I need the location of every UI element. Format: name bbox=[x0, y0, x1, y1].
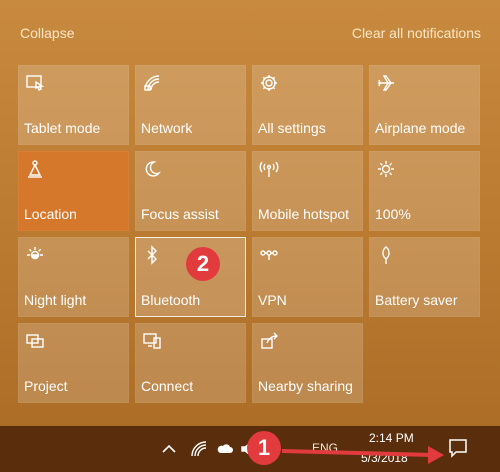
tile-battery-saver[interactable]: Battery saver bbox=[369, 237, 480, 317]
clear-all-notifications-link[interactable]: Clear all notifications bbox=[352, 25, 481, 41]
tile-label: Bluetooth bbox=[141, 292, 201, 308]
tile-tablet-mode[interactable]: Tablet mode bbox=[18, 65, 129, 145]
vpn-icon bbox=[259, 245, 279, 265]
location-icon bbox=[25, 159, 45, 179]
onedrive-icon[interactable] bbox=[216, 440, 234, 458]
tile-label: Nearby sharing bbox=[258, 378, 353, 394]
tile-night-light[interactable]: Night light bbox=[18, 237, 129, 317]
tile-label: Tablet mode bbox=[24, 120, 101, 136]
moon-icon bbox=[142, 159, 162, 179]
battery-saver-icon bbox=[376, 245, 396, 265]
tile-label: Night light bbox=[24, 292, 87, 308]
tile-label: 100% bbox=[375, 206, 411, 222]
clock-time[interactable]: 2:14 PM bbox=[369, 431, 414, 445]
network-icon bbox=[142, 73, 162, 93]
annotation-badge-1: 1 bbox=[247, 431, 281, 465]
clock-date[interactable]: 5/3/2018 bbox=[361, 451, 408, 465]
tile-nearby-sharing[interactable]: Nearby sharing bbox=[252, 323, 363, 403]
tile-bluetooth[interactable]: Bluetooth bbox=[135, 237, 246, 317]
tile-location[interactable]: Location bbox=[18, 151, 129, 231]
chevron-up-icon[interactable] bbox=[160, 440, 178, 458]
hotspot-icon bbox=[259, 159, 279, 179]
tile-all-settings[interactable]: All settings bbox=[252, 65, 363, 145]
bluetooth-icon bbox=[142, 245, 162, 265]
language-indicator[interactable]: ENG bbox=[312, 441, 338, 455]
tile-label: Battery saver bbox=[375, 292, 458, 308]
tile-label: Project bbox=[24, 378, 68, 394]
connect-icon bbox=[142, 331, 162, 351]
tile-network[interactable]: Network bbox=[135, 65, 246, 145]
tile-brightness[interactable]: 100% bbox=[369, 151, 480, 231]
tablet-mode-icon bbox=[25, 73, 45, 93]
action-center-panel: Collapse Clear all notifications Tablet … bbox=[0, 0, 500, 426]
night-light-icon bbox=[25, 245, 45, 265]
tile-label: Mobile hotspot bbox=[258, 206, 350, 222]
tile-label: All settings bbox=[258, 120, 326, 136]
gear-icon bbox=[259, 73, 279, 93]
nearby-sharing-icon bbox=[259, 331, 279, 351]
project-icon bbox=[25, 331, 45, 351]
tile-label: Airplane mode bbox=[375, 120, 466, 136]
action-center-button[interactable] bbox=[447, 437, 469, 459]
tile-vpn[interactable]: VPN bbox=[252, 237, 363, 317]
tile-label: Location bbox=[24, 206, 77, 222]
airplane-icon bbox=[376, 73, 396, 93]
tile-connect[interactable]: Connect bbox=[135, 323, 246, 403]
collapse-link[interactable]: Collapse bbox=[20, 25, 74, 41]
tile-focus-assist[interactable]: Focus assist bbox=[135, 151, 246, 231]
tile-label: Focus assist bbox=[141, 206, 219, 222]
tile-airplane-mode[interactable]: Airplane mode bbox=[369, 65, 480, 145]
brightness-icon bbox=[376, 159, 396, 179]
tile-label: VPN bbox=[258, 292, 287, 308]
tile-mobile-hotspot[interactable]: Mobile hotspot bbox=[252, 151, 363, 231]
tile-project[interactable]: Project bbox=[18, 323, 129, 403]
tile-label: Network bbox=[141, 120, 193, 136]
network-tray-icon[interactable] bbox=[190, 440, 208, 458]
tile-label: Connect bbox=[141, 378, 194, 394]
annotation-badge-2: 2 bbox=[186, 247, 220, 281]
